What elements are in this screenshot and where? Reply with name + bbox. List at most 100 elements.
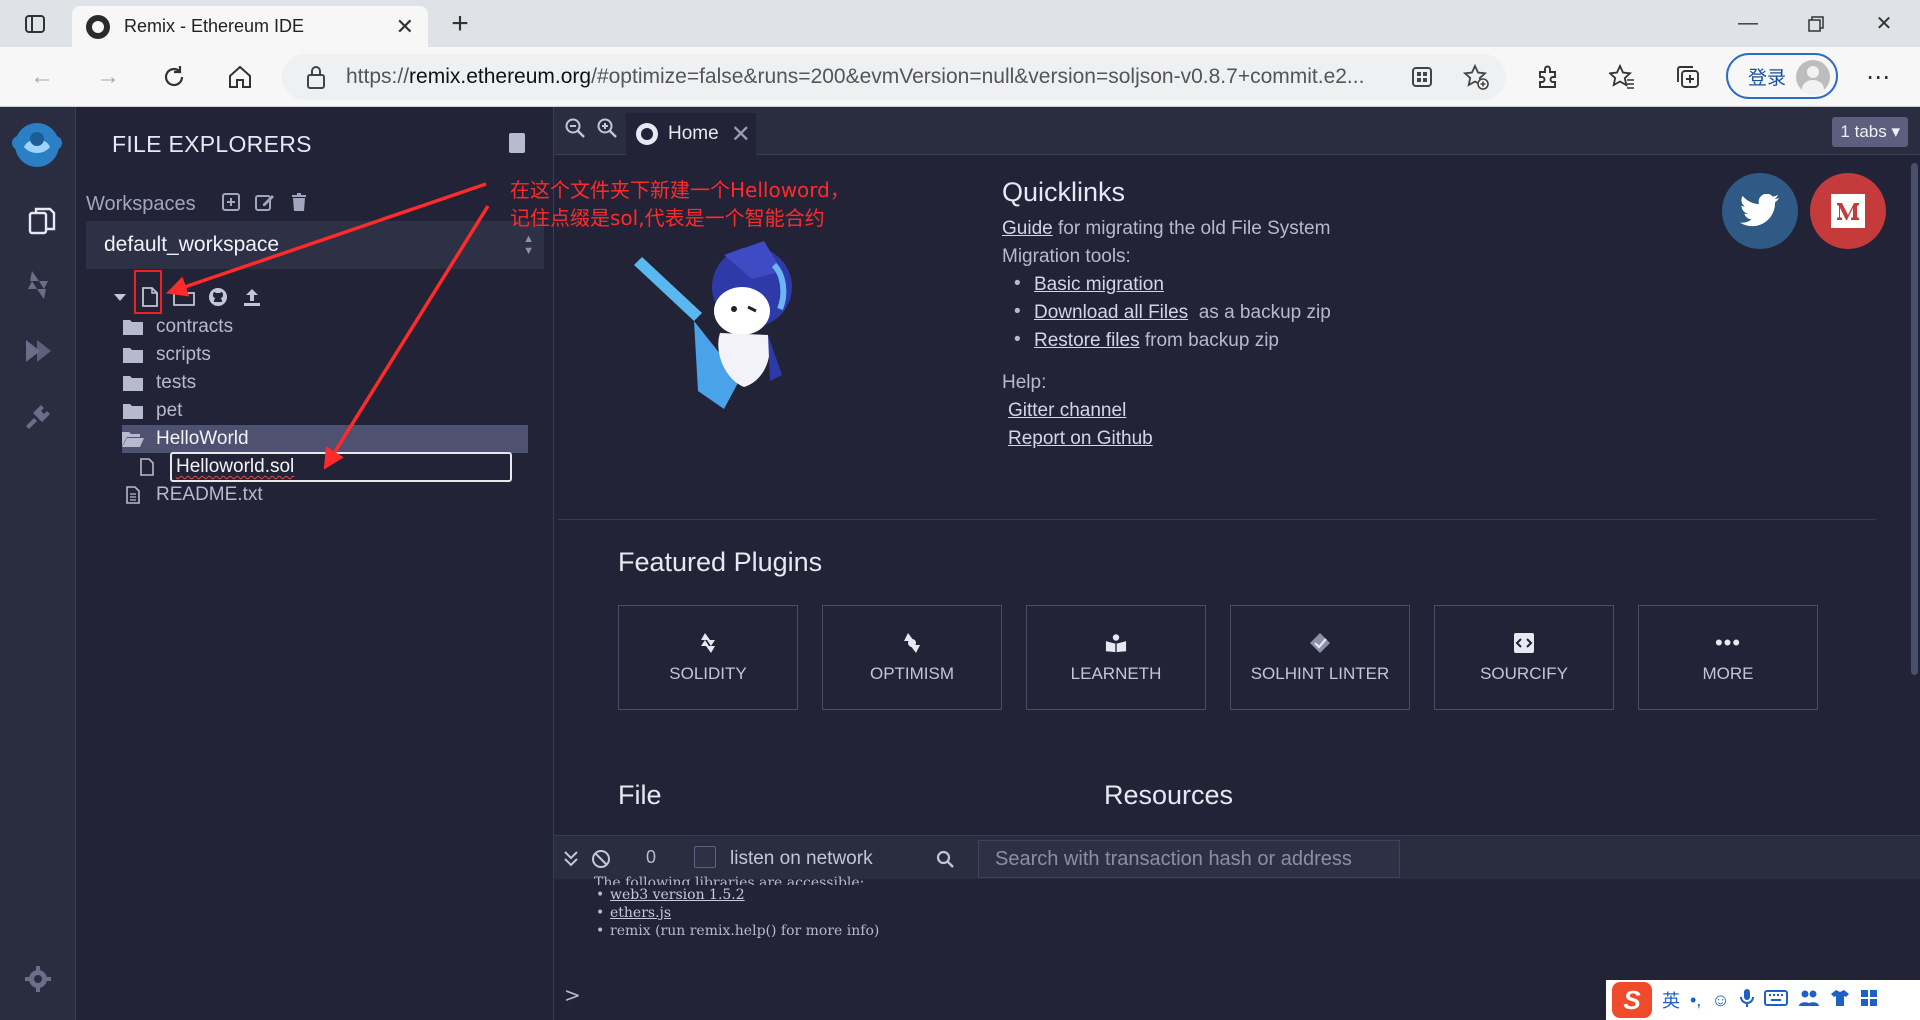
plugin-sourcify[interactable]: SOURCIFY [1434, 605, 1614, 710]
tabs-count-label: 1 tabs [1840, 122, 1887, 141]
report-github-link[interactable]: Report on Github [1008, 428, 1153, 449]
url-rest: /#optimize=false&runs=200&evmVersion=nul… [591, 65, 1365, 88]
plugin-solidity[interactable]: SOLIDITY [618, 605, 798, 710]
medium-button[interactable] [1810, 173, 1886, 249]
ethers-link[interactable]: ethers.js [610, 905, 671, 921]
folder-icon [122, 402, 144, 420]
close-tab-icon[interactable]: ✕ [731, 120, 751, 149]
tree-folder-tests[interactable]: tests [122, 369, 528, 397]
sogou-logo-icon[interactable]: S [1612, 982, 1652, 1018]
learneth-icon [1105, 632, 1127, 654]
tree-file-readme[interactable]: README.txt [122, 481, 528, 509]
settings-gear-icon[interactable] [18, 959, 58, 999]
home-scrollbar[interactable] [1908, 155, 1920, 755]
keyboard-icon[interactable] [1763, 989, 1788, 1011]
terminal-search-input[interactable]: Search with transaction hash or address [978, 840, 1400, 878]
ime-language[interactable]: 英 [1662, 987, 1680, 1013]
lock-icon[interactable] [304, 64, 328, 90]
guide-link[interactable]: Guide [1002, 218, 1053, 239]
workspace-selected-value: default_workspace [104, 233, 280, 256]
folder-icon [122, 374, 144, 392]
extensions-icon[interactable] [1528, 57, 1568, 97]
tree-file-new-editing[interactable]: Helloworld.sol [122, 452, 528, 482]
restore-button[interactable] [1782, 0, 1850, 47]
add-favorite-icon[interactable] [1456, 57, 1496, 97]
zoom-in-icon[interactable] [596, 117, 618, 139]
tree-item-label: tests [156, 372, 197, 393]
listen-network-checkbox[interactable] [694, 846, 716, 868]
user-group-icon[interactable] [1798, 989, 1820, 1012]
app-available-icon[interactable] [1402, 57, 1442, 97]
tab-home[interactable]: Home ✕ [626, 113, 756, 155]
new-folder-icon[interactable] [172, 285, 196, 309]
terminal-toolbar: 0 listen on network Search with transact… [554, 835, 1920, 879]
listen-network-label: listen on network [730, 848, 873, 869]
plugin-learneth[interactable]: LEARNETH [1026, 605, 1206, 710]
documentation-icon[interactable] [509, 133, 525, 153]
gitter-channel-link[interactable]: Gitter channel [1008, 400, 1126, 421]
download-all-files-link[interactable]: Download all Files [1034, 302, 1188, 323]
file-tree: contracts scripts tests pet HelloWorld H… [122, 313, 528, 509]
back-icon[interactable]: ← [22, 57, 62, 97]
delete-workspace-icon[interactable] [288, 191, 310, 213]
clear-console-icon[interactable] [590, 848, 612, 870]
toolbox-grid-icon[interactable] [1860, 989, 1878, 1012]
file-name-input[interactable]: Helloworld.sol [170, 452, 512, 482]
quicklinks-section: Quicklinks Guide for migrating the old F… [1002, 177, 1331, 456]
tabs-count-dropdown[interactable]: 1 tabs ▾ [1832, 117, 1908, 147]
tree-folder-scripts[interactable]: scripts [122, 341, 528, 369]
home-page: Quicklinks Guide for migrating the old F… [554, 155, 1906, 835]
remix-home-icon [636, 123, 658, 145]
minimize-button[interactable]: — [1714, 0, 1782, 47]
emoji-icon[interactable]: ☺ [1711, 990, 1729, 1011]
refresh-icon[interactable] [154, 57, 194, 97]
more-menu-icon[interactable]: ⋯ [1858, 57, 1898, 97]
solidity-compiler-icon[interactable] [18, 265, 58, 305]
github-icon[interactable] [206, 285, 230, 309]
deploy-run-icon[interactable] [18, 331, 58, 371]
plugin-solhint-linter[interactable]: SOLHINT LINTER [1230, 605, 1410, 710]
twitter-button[interactable] [1722, 173, 1798, 249]
scrollbar-thumb[interactable] [1911, 163, 1918, 675]
plugin-optimism[interactable]: OPTIMISM [822, 605, 1002, 710]
collections-icon[interactable] [1668, 57, 1708, 97]
tree-folder-pet[interactable]: pet [122, 397, 528, 425]
browser-tab-remix[interactable]: Remix - Ethereum IDE ✕ [72, 6, 428, 47]
file-explorer-icon[interactable] [18, 199, 62, 243]
upload-icon[interactable] [240, 285, 264, 309]
ime-punctuation[interactable]: •, [1690, 990, 1701, 1011]
skin-shirt-icon[interactable] [1830, 989, 1850, 1012]
tree-item-label: HelloWorld [156, 428, 249, 449]
restore-files-link[interactable]: Restore files [1034, 330, 1140, 351]
toggle-terminal-icon[interactable] [560, 848, 582, 870]
close-tab-icon[interactable]: ✕ [396, 14, 414, 40]
web3-link[interactable]: web3 version 1.5.2 [610, 887, 745, 903]
favorites-icon[interactable] [1602, 57, 1642, 97]
optimism-icon [901, 632, 923, 654]
terminal-cut-line: The following libraries are accessible: [594, 875, 865, 885]
terminal-prompt[interactable]: > [564, 983, 581, 1007]
home-icon[interactable] [220, 57, 260, 97]
workspace-select[interactable]: default_workspace ▲ ▼ [86, 221, 544, 269]
close-window-button[interactable]: ✕ [1850, 0, 1918, 47]
zoom-out-icon[interactable] [564, 117, 586, 139]
resources-section-title: Resources [1104, 780, 1234, 810]
tree-folder-contracts[interactable]: contracts [122, 313, 528, 341]
login-label: 登录 [1748, 67, 1787, 89]
plugin-manager-icon[interactable] [18, 397, 58, 437]
plugin-more[interactable]: ••• MORE [1638, 605, 1818, 710]
login-button[interactable]: 登录 [1726, 53, 1838, 99]
microphone-icon[interactable] [1739, 988, 1754, 1013]
folder-icon [122, 346, 144, 364]
plugin-label: LEARNETH [1070, 663, 1162, 683]
address-bar[interactable]: https://remix.ethereum.org/#optimize=fal… [282, 54, 1506, 100]
create-workspace-icon[interactable] [220, 191, 242, 213]
tree-folder-helloworld[interactable]: HelloWorld [122, 425, 528, 453]
remix-logo-icon[interactable] [6, 119, 68, 171]
basic-migration-link[interactable]: Basic migration [1034, 274, 1164, 295]
forward-icon[interactable]: → [88, 57, 128, 97]
new-tab-button[interactable]: + [440, 6, 480, 42]
collapse-caret-icon[interactable] [112, 285, 128, 309]
rename-workspace-icon[interactable] [254, 191, 276, 213]
tab-actions-icon[interactable] [0, 0, 70, 47]
